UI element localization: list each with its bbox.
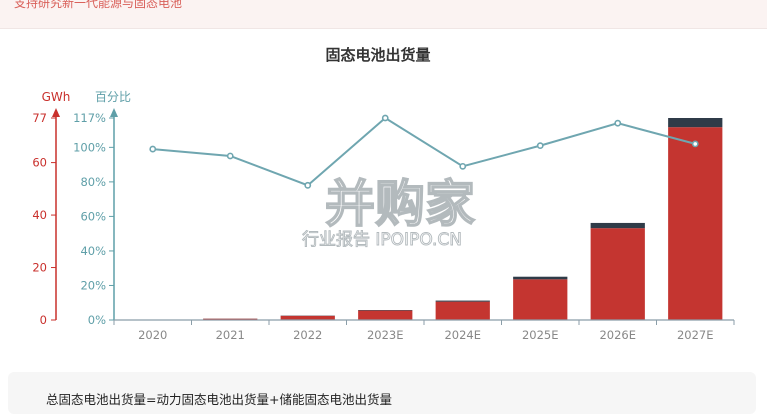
formula-card: 总固态电池出货量=动力固态电池出货量+储能固态电池出货量 (8, 372, 756, 414)
bar-top-2023E (358, 310, 413, 311)
right-axis-label: 百分比 (95, 90, 131, 104)
x-axis-tick-label: 2025E (522, 328, 559, 342)
bar-main-2023E (358, 310, 413, 320)
left-axis-tick-label: 0 (40, 313, 47, 327)
x-axis-tick-label: 2027E (677, 328, 714, 342)
chart-card: 固态电池出货量 GWh 百分比 0 20 40 60 77 0% 20% 40% 60% 80% 1… (0, 29, 767, 366)
percent-point-2024E (459, 162, 467, 170)
right-axis-arrow (110, 108, 118, 117)
x-axis-tick-label: 2024E (444, 328, 481, 342)
x-axis-tick-label: 2021 (216, 328, 245, 342)
right-axis-tick-label: 0% (88, 313, 106, 327)
watermark-main: 并购家 (325, 175, 475, 233)
chart-title: 固态电池出货量 (325, 46, 430, 64)
x-axis-tick-label: 2026E (599, 328, 636, 342)
bar-top-2027E (668, 118, 723, 128)
left-axis-tick-label: 40 (32, 208, 47, 222)
percent-point-2020 (149, 145, 157, 153)
formula-note: 总固态电池出货量=动力固态电池出货量+储能固态电池出货量 (46, 392, 392, 407)
percent-point-2023E (381, 114, 389, 122)
left-axis-arrow (52, 108, 60, 117)
x-axis-tick-label: 2020 (138, 328, 167, 342)
bar-top-2025E (513, 276, 568, 280)
right-axis-tick-label: 20% (80, 278, 106, 292)
top-banner: 支持研究新一代能源与固态电池 (0, 0, 767, 29)
shipment-chart: 固态电池出货量 GWh 百分比 0 20 40 60 77 0% 20% 40% 60% 80% 1… (32, 46, 735, 342)
percent-point-2022 (304, 181, 312, 189)
bar-main-2025E (513, 279, 568, 320)
bar-main-2024E (435, 301, 490, 320)
x-axis-tick-label: 2022 (293, 328, 322, 342)
left-axis-tick-label: 77 (32, 111, 47, 125)
left-axis-tick-label: 60 (32, 156, 47, 170)
top-banner-text: 支持研究新一代能源与固态电池 (14, 0, 183, 10)
right-axis-tick-label: 60% (80, 209, 106, 223)
percent-point-2025E (536, 142, 544, 150)
left-axis-tick-label: 20 (32, 261, 47, 275)
right-axis-tick-label: 40% (80, 244, 106, 258)
bar-main-2026E (590, 228, 645, 320)
percent-point-2021 (226, 152, 234, 160)
right-axis-tick-label: 117% (73, 111, 106, 125)
bar-main-2027E (668, 127, 723, 320)
x-axis-tick-label: 2023E (367, 328, 404, 342)
watermark: 并购家 行业报告 IPOIPO.CN (302, 174, 476, 250)
bar-top-2026E (590, 222, 645, 229)
bar-top-2024E (435, 300, 490, 302)
percent-point-2026E (614, 119, 622, 127)
watermark-sub: 行业报告 IPOIPO.CN (302, 230, 462, 250)
right-axis-tick-label: 80% (80, 175, 106, 189)
left-axis-label: GWh (42, 90, 71, 104)
bar-main-2022 (280, 315, 335, 320)
percent-point-2027E (691, 140, 699, 148)
right-axis-tick-label: 100% (73, 140, 106, 154)
